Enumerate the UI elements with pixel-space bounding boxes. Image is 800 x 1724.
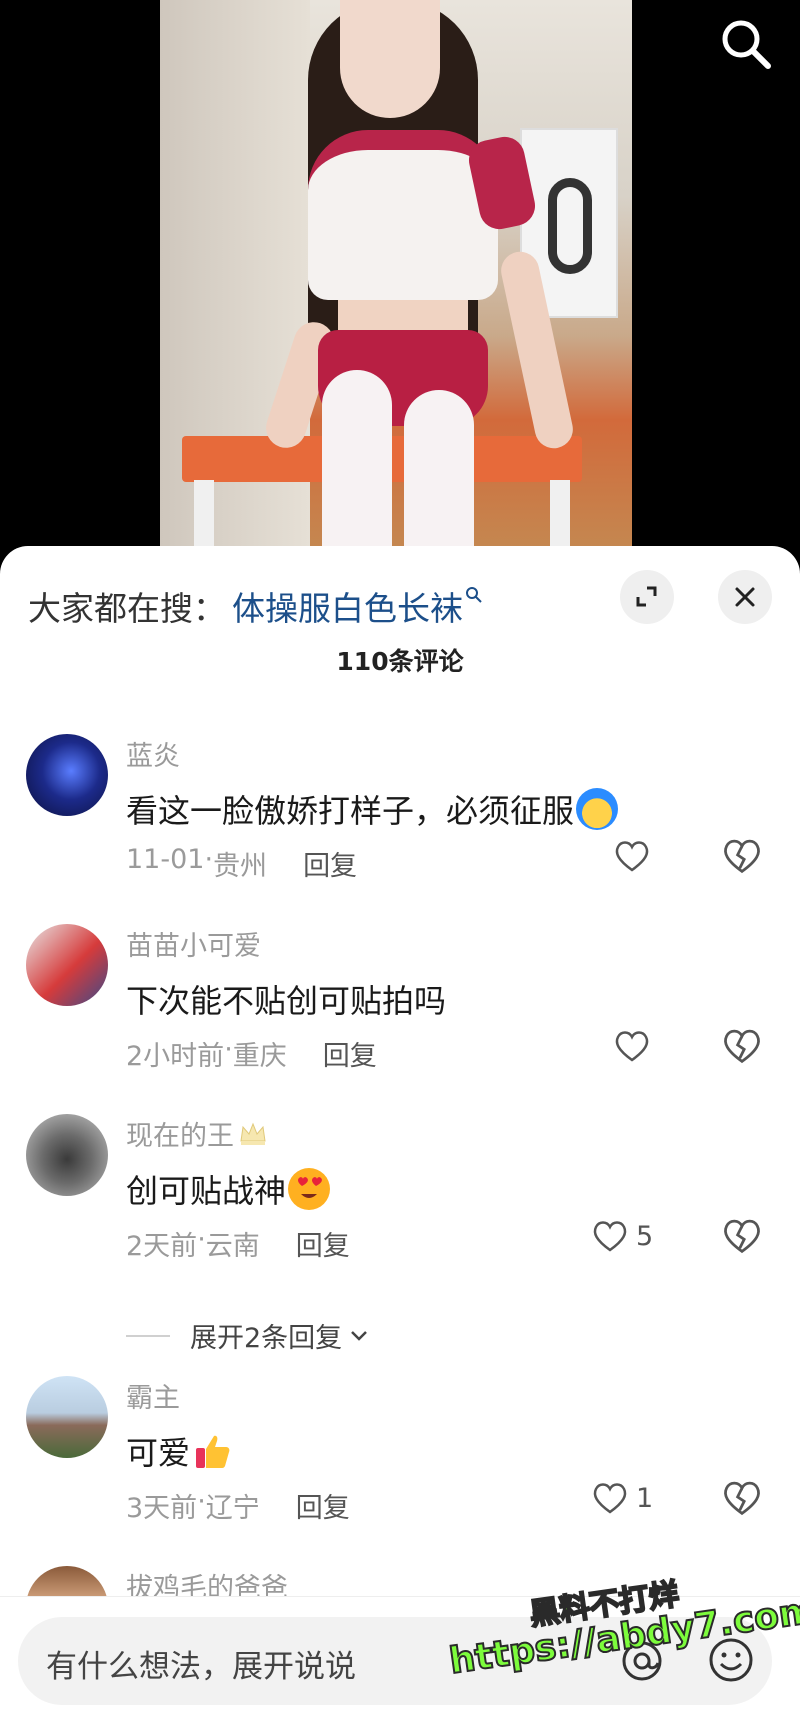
search-small-icon	[466, 587, 482, 603]
close-button[interactable]	[718, 570, 772, 624]
heart-icon	[615, 1031, 649, 1062]
meta-separator: ·	[197, 1486, 206, 1517]
comment-author[interactable]: 霸主	[126, 1376, 180, 1415]
dislike-button[interactable]	[720, 1214, 764, 1258]
heart-eyes-shape	[298, 1177, 322, 1198]
comment-text-content: 可爱	[126, 1434, 191, 1472]
like-button[interactable]: 1	[590, 1476, 653, 1520]
suggestion-label: 大家都在搜：	[28, 589, 226, 628]
video-frame[interactable]	[160, 0, 632, 560]
search-button[interactable]	[716, 14, 776, 74]
meta-separator: ·	[204, 844, 214, 875]
comment-meta: 11-01 · 贵州 回复	[126, 844, 357, 883]
expand-replies-button[interactable]: 展开2条回复	[126, 1316, 372, 1355]
video-person	[260, 0, 577, 560]
comment-text-content: 看这一脸傲娇打样子，必须征服	[126, 792, 575, 830]
comment-meta: 2小时前 · 重庆 回复	[126, 1034, 377, 1073]
thumbs-up-emoji	[192, 1430, 234, 1472]
comment-meta: 2天前 · 云南 回复	[126, 1224, 350, 1263]
like-button[interactable]	[612, 834, 652, 878]
heart-icon	[593, 1221, 627, 1252]
comment-item: 苗苗小可爱 下次能不贴创可贴拍吗 2小时前 · 重庆 回复	[0, 924, 800, 1074]
chevron-down-icon	[351, 1330, 368, 1341]
reply-button[interactable]: 回复	[303, 844, 357, 883]
dislike-button[interactable]	[720, 1476, 764, 1520]
comment-text: 下次能不贴创可贴拍吗	[126, 976, 446, 1022]
comment-time: 2天前	[126, 1231, 198, 1262]
broken-heart-icon	[724, 1481, 760, 1516]
comment-text-content: 创可贴战神	[126, 1172, 287, 1210]
thumbs-up-shape	[196, 1435, 230, 1468]
heart-icon	[615, 841, 649, 872]
broken-heart-icon	[724, 839, 760, 874]
like-count: 5	[636, 1220, 654, 1252]
comment-time: 2小时前	[126, 1041, 225, 1072]
video-person-face	[340, 0, 440, 118]
video-player[interactable]	[0, 0, 800, 560]
meta-separator: ·	[197, 1224, 206, 1255]
broken-heart-icon	[724, 1029, 760, 1064]
dislike-button[interactable]	[720, 834, 764, 878]
suggestion-link[interactable]: 体操服白色长袜	[232, 582, 463, 630]
expand-icon	[636, 586, 657, 607]
comment-location: 云南	[205, 1231, 260, 1262]
blue-hair-face-emoji	[576, 788, 619, 830]
avatar[interactable]	[26, 734, 108, 816]
comment-count-title: 110条评论	[336, 647, 464, 676]
avatar[interactable]	[26, 1376, 108, 1458]
like-count: 1	[636, 1482, 654, 1514]
comment-time: 11-01	[126, 844, 205, 875]
comment-author-name: 现在的王	[126, 1121, 234, 1152]
comment-time: 3天前	[126, 1493, 198, 1524]
avatar[interactable]	[26, 1114, 108, 1196]
expand-sheet-button[interactable]	[620, 570, 674, 624]
comment-location: 重庆	[232, 1041, 287, 1072]
comment-author[interactable]: 苗苗小可爱	[126, 924, 261, 963]
comment-input-placeholder: 有什么想法，展开说说	[46, 1649, 356, 1685]
comment-meta: 3天前 · 辽宁 回复	[126, 1486, 350, 1525]
video-person-leg	[322, 370, 392, 560]
expand-replies-label: 展开2条回复	[190, 1323, 343, 1354]
video-person-leg	[404, 390, 474, 560]
reply-button[interactable]: 回复	[296, 1486, 350, 1525]
avatar[interactable]	[26, 924, 108, 1006]
comment-item: 霸主 可爱 3天前 · 辽宁 回复 1	[0, 1376, 800, 1526]
comment-sheet: 大家都在搜： 体操服白色长袜 110条评论 蓝炎 看这一脸傲娇打样子，必须征服 …	[0, 546, 800, 1724]
dislike-button[interactable]	[720, 1024, 764, 1068]
comment-text-content: 下次能不贴创可贴拍吗	[126, 982, 447, 1020]
comment-text: 可爱	[126, 1428, 234, 1474]
video-scoreboard-digit	[548, 178, 592, 274]
reply-button[interactable]: 回复	[296, 1224, 350, 1263]
comment-item: 现在的王 创可贴战神 2天前 · 云南 回复 5	[0, 1114, 800, 1264]
heart-eyes-emoji	[288, 1168, 331, 1210]
like-button[interactable]: 5	[590, 1214, 653, 1258]
close-icon	[735, 587, 755, 607]
comment-text: 看这一脸傲娇打样子，必须征服	[126, 786, 619, 832]
search-suggestion: 大家都在搜： 体操服白色长袜	[28, 576, 483, 636]
comment-item: 蓝炎 看这一脸傲娇打样子，必须征服 11-01 · 贵州 回复	[0, 734, 800, 884]
expand-divider	[126, 1334, 170, 1337]
comment-location: 贵州	[213, 851, 268, 882]
heart-icon	[593, 1483, 627, 1514]
comment-author[interactable]: 蓝炎	[126, 734, 180, 773]
reply-button[interactable]: 回复	[323, 1034, 377, 1073]
search-icon	[722, 20, 771, 69]
comment-text: 创可贴战神	[126, 1166, 331, 1212]
meta-separator: ·	[224, 1034, 233, 1065]
comment-location: 辽宁	[205, 1493, 260, 1524]
comment-author[interactable]: 现在的王	[126, 1114, 268, 1153]
broken-heart-icon	[724, 1219, 760, 1254]
crown-icon	[240, 1122, 266, 1145]
like-button[interactable]	[612, 1024, 652, 1068]
